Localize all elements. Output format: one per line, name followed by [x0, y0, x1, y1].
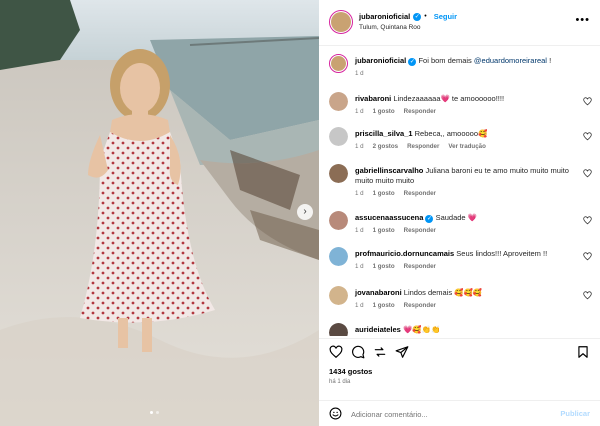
comment-likes[interactable]: 1 gosto: [373, 108, 395, 115]
verified-icon: ✓: [408, 58, 417, 66]
more-icon[interactable]: •••: [575, 14, 590, 26]
comment-avatar[interactable]: [329, 211, 348, 230]
publish-button[interactable]: Publicar: [560, 409, 590, 418]
heart-icon[interactable]: [583, 169, 592, 178]
add-comment-bar: Publicar: [319, 400, 600, 426]
comment-username[interactable]: assucenaassucena: [355, 213, 423, 222]
comments-list[interactable]: jubaronioficial ✓ Foi bom demais @eduard…: [319, 46, 600, 336]
comment-username[interactable]: rivabaroni: [355, 94, 391, 103]
post-header: jubaronioficial ✓ • Seguir Tulum, Quinta…: [319, 0, 600, 46]
bookmark-icon[interactable]: [576, 345, 590, 359]
comment-age: 1 d: [355, 143, 364, 150]
comment-username[interactable]: gabriellinscarvalho: [355, 166, 423, 175]
author-avatar[interactable]: [329, 10, 353, 34]
reply-button[interactable]: Responder: [404, 190, 436, 197]
comment-likes[interactable]: 2 gostos: [373, 143, 398, 150]
comment-input[interactable]: [351, 406, 541, 422]
caption-text: Foi bom demais: [418, 56, 472, 65]
comment-likes[interactable]: 1 gosto: [373, 302, 395, 309]
post-photo: ›: [0, 0, 319, 426]
comment-username[interactable]: jovanabaroni: [355, 288, 402, 297]
comment-text: Rebeca,, amooooo🥰: [414, 129, 488, 138]
verified-icon: ✓: [425, 215, 434, 223]
comment-avatar[interactable]: [329, 127, 348, 146]
comment-age: 1 d: [355, 190, 364, 197]
heart-icon[interactable]: [583, 252, 592, 261]
comment-avatar[interactable]: [329, 286, 348, 305]
post-location[interactable]: Tulum, Quintana Roo: [359, 24, 421, 31]
verified-icon: ✓: [413, 12, 422, 21]
caption-tail: !: [549, 56, 552, 65]
comment-age: 1 d: [355, 263, 364, 270]
share-icon[interactable]: [373, 345, 387, 359]
heart-icon[interactable]: [583, 132, 592, 141]
comment-text: 💗🥰👏👏: [402, 325, 441, 334]
comment-age: 1 d: [355, 302, 364, 309]
comment-avatar[interactable]: [329, 164, 348, 183]
reply-button[interactable]: Responder: [404, 227, 436, 234]
post-actions: 1434 gostos há 1 dia: [319, 338, 600, 400]
heart-icon[interactable]: [583, 291, 592, 300]
post-sidebar: jubaronioficial ✓ • Seguir Tulum, Quinta…: [319, 0, 600, 426]
send-icon[interactable]: [395, 345, 409, 359]
comment-text: Lindezaaaaaa💗 te amoooooo!!!!: [393, 94, 505, 103]
comment-icon[interactable]: [351, 345, 365, 359]
carousel-dots: [150, 411, 159, 414]
likes-count[interactable]: 1434 gostos: [329, 367, 372, 376]
caption-username[interactable]: jubaronioficial: [355, 56, 406, 65]
caption-avatar[interactable]: [329, 54, 348, 73]
comment-avatar[interactable]: [329, 92, 348, 111]
heart-icon[interactable]: [583, 216, 592, 225]
emoji-icon[interactable]: [329, 407, 342, 420]
comment-likes[interactable]: 1 gosto: [373, 190, 395, 197]
comment-text: Seus lindos!!! Aproveitem !!: [456, 249, 548, 258]
comment-text: Lindos demais 🥰🥰🥰: [403, 288, 483, 297]
caption-age: 1 d: [355, 70, 364, 77]
beach-photo: [0, 0, 319, 426]
comment-age: 1 d: [355, 108, 364, 115]
follow-button[interactable]: Seguir: [434, 12, 457, 21]
caption-mention[interactable]: @eduardomoreirareal: [474, 56, 547, 65]
comment-avatar[interactable]: [329, 323, 348, 336]
comment-age: 1 d: [355, 227, 364, 234]
comment-likes[interactable]: 1 gosto: [373, 263, 395, 270]
comment-text: Saudade 💗: [435, 213, 478, 222]
author-username[interactable]: jubaronioficial: [359, 12, 410, 21]
comment-username[interactable]: profmauricio.dornuncamais: [355, 249, 454, 258]
comment-avatar[interactable]: [329, 247, 348, 266]
posted-ago: há 1 dia: [329, 379, 351, 385]
reply-button[interactable]: Responder: [404, 108, 436, 115]
reply-button[interactable]: Responder: [404, 263, 436, 270]
post-modal: › jubaronioficial ✓ • Seguir Tulum, Quin…: [0, 0, 600, 426]
translate-link[interactable]: Ver tradução: [448, 143, 485, 150]
comment-username[interactable]: aurideiateles: [355, 325, 401, 334]
reply-button[interactable]: Responder: [404, 302, 436, 309]
author-line: jubaronioficial ✓ • Seguir: [359, 12, 458, 21]
heart-icon[interactable]: [329, 345, 343, 359]
reply-button[interactable]: Responder: [407, 143, 439, 150]
heart-icon[interactable]: [583, 97, 592, 106]
next-arrow-icon[interactable]: ›: [297, 204, 313, 220]
comment-likes[interactable]: 1 gosto: [373, 227, 395, 234]
comment-username[interactable]: priscilla_silva_1: [355, 129, 413, 138]
